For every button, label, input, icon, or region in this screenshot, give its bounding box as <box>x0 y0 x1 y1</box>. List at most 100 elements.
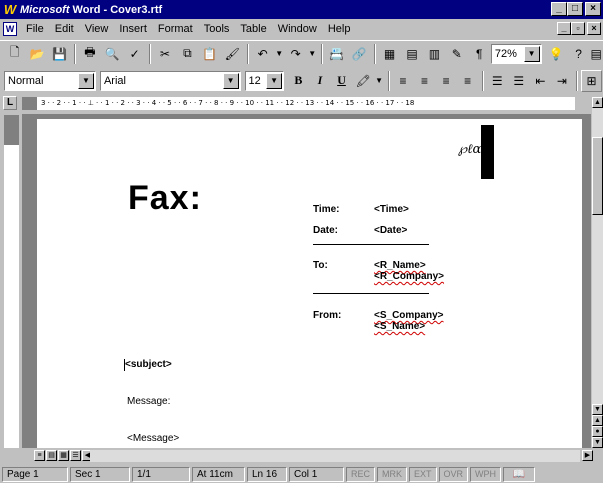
toolbar-separator <box>576 70 579 91</box>
insert-hyperlink-icon[interactable]: 🔗 <box>349 43 370 65</box>
status-rec[interactable]: REC <box>346 466 376 482</box>
menu-file[interactable]: File <box>21 23 50 35</box>
zoom-select[interactable]: 72% ▼ <box>490 43 542 64</box>
menu-tools[interactable]: Tools <box>199 23 236 35</box>
tab-stop-selector[interactable]: L <box>3 96 17 110</box>
columns-icon[interactable]: ▥ <box>424 43 445 65</box>
maximize-button[interactable]: □ <box>567 2 583 16</box>
insert-table-icon[interactable]: ▦ <box>379 43 400 65</box>
chevron-down-icon[interactable]: ▼ <box>77 72 94 89</box>
status-wph[interactable]: WPH <box>470 466 502 482</box>
message-value[interactable]: <Message> <box>127 433 179 444</box>
horizontal-scrollbar: ≡ ▤ ▦ ☰ ◀ ▶ <box>0 449 603 463</box>
save-icon[interactable]: 💾 <box>49 43 70 65</box>
ruler-scale[interactable]: 3 · · 2 · · 1 · · ⊥ · · 1 · · 2 · · 3 · … <box>37 97 575 110</box>
menu-insert[interactable]: Insert <box>114 23 153 35</box>
scroll-thumb[interactable] <box>592 137 603 215</box>
to-company-value[interactable]: <R_Company> <box>374 271 444 282</box>
subject-field[interactable]: <subject> <box>125 359 172 370</box>
new-document-icon[interactable]: 🗋 <box>4 43 25 65</box>
insert-address-icon[interactable]: 📇 <box>326 43 347 65</box>
align-left-icon[interactable]: ≡ <box>393 70 414 92</box>
cut-icon[interactable]: ✂ <box>154 43 175 65</box>
doc-minimize-button[interactable]: _ <box>557 22 571 35</box>
insert-excel-icon[interactable]: ▤ <box>401 43 422 65</box>
print-icon[interactable]: 🖶 <box>79 43 100 65</box>
scroll-down-icon[interactable]: ▼ <box>592 404 603 415</box>
font-size-select[interactable]: 12 ▼ <box>244 70 285 91</box>
style-select[interactable]: Normal ▼ <box>4 70 96 91</box>
word-app-icon[interactable]: W <box>3 2 17 17</box>
scroll-up-icon[interactable]: ▲ <box>592 97 603 108</box>
justify-icon[interactable]: ≡ <box>457 70 478 92</box>
chevron-down-icon[interactable]: ▼ <box>222 72 239 89</box>
document-icon[interactable]: W <box>3 22 17 36</box>
more-buttons-icon[interactable]: ▤ <box>590 43 602 65</box>
format-painter-icon[interactable]: 🖌 <box>222 43 243 65</box>
next-page-icon[interactable]: ▼ <box>592 437 603 448</box>
previous-page-icon[interactable]: ▲ <box>592 415 603 426</box>
highlight-dropdown-icon[interactable]: ▼ <box>374 70 383 92</box>
to-name-value[interactable]: <R_Name> <box>374 260 426 271</box>
toolbar-separator <box>481 70 484 91</box>
menu-format[interactable]: Format <box>153 23 199 35</box>
page-layout-icon[interactable]: ▦ <box>58 450 69 461</box>
bold-button[interactable]: B <box>288 70 309 92</box>
highlight-icon[interactable]: 🖍 <box>353 70 374 92</box>
vertical-ruler[interactable] <box>4 115 19 448</box>
chevron-down-icon[interactable]: ▼ <box>266 72 283 89</box>
menu-help[interactable]: Help <box>323 23 357 35</box>
office-assistant-icon[interactable]: 💡 <box>546 43 567 65</box>
status-bar: Page 1 Sec 1 1/1 At 11cm Ln 16 Col 1 REC… <box>0 465 603 483</box>
drawing-icon[interactable]: ✎ <box>446 43 467 65</box>
undo-dropdown-icon[interactable]: ▼ <box>274 43 284 65</box>
chevron-down-icon[interactable]: ▼ <box>523 45 540 62</box>
help-pointer-icon[interactable]: ? <box>568 43 589 65</box>
align-right-icon[interactable]: ≡ <box>436 70 457 92</box>
status-ovr[interactable]: OVR <box>438 466 469 482</box>
hscroll-track[interactable] <box>90 450 580 462</box>
doc-restore-button[interactable]: ▫ <box>571 22 585 35</box>
undo-icon[interactable]: ↶ <box>252 43 273 65</box>
align-center-icon[interactable]: ≡ <box>414 70 435 92</box>
bullets-icon[interactable]: ☰ <box>509 70 530 92</box>
from-name-value[interactable]: <S_Name> <box>374 321 425 332</box>
decrease-indent-icon[interactable]: ⇤ <box>530 70 551 92</box>
redo-dropdown-icon[interactable]: ▼ <box>307 43 317 65</box>
menu-table[interactable]: Table <box>235 23 272 35</box>
font-select[interactable]: Arial ▼ <box>99 70 241 91</box>
status-ext[interactable]: EXT <box>409 466 437 482</box>
menu-edit[interactable]: Edit <box>50 23 80 35</box>
close-button[interactable]: × <box>585 2 601 16</box>
minimize-button[interactable]: _ <box>551 2 567 16</box>
copy-icon[interactable]: ⧉ <box>177 43 198 65</box>
underline-button[interactable]: U <box>331 70 352 92</box>
select-browse-object-icon[interactable]: ● <box>592 426 603 437</box>
status-mrk[interactable]: MRK <box>377 466 408 482</box>
outline-view-icon[interactable]: ☰ <box>70 450 81 461</box>
open-folder-icon[interactable]: 📂 <box>26 43 47 65</box>
doc-close-button[interactable]: × <box>587 22 601 35</box>
italic-button[interactable]: I <box>310 70 331 92</box>
scroll-right-icon[interactable]: ▶ <box>582 450 593 461</box>
vertical-scrollbar[interactable]: ▲ ▼ ▲ ● ▼ <box>592 97 603 448</box>
show-hide-icon[interactable]: ¶ <box>468 43 489 65</box>
from-label: From: <box>313 310 342 321</box>
print-preview-icon[interactable]: 🔍 <box>102 43 123 65</box>
spelling-icon[interactable]: ✓ <box>124 43 145 65</box>
status-page: Page 1 <box>2 466 68 482</box>
increase-indent-icon[interactable]: ⇥ <box>552 70 573 92</box>
time-value[interactable]: <Time> <box>374 204 409 215</box>
borders-icon[interactable]: ⊞ <box>581 69 602 92</box>
online-layout-icon[interactable]: ▤ <box>46 450 57 461</box>
date-value[interactable]: <Date> <box>374 225 407 236</box>
paste-icon[interactable]: 📋 <box>199 43 220 65</box>
menu-view[interactable]: View <box>80 23 115 35</box>
menu-window[interactable]: Window <box>273 23 323 35</box>
redo-icon[interactable]: ↷ <box>285 43 306 65</box>
normal-view-icon[interactable]: ≡ <box>34 450 45 461</box>
document-page[interactable]: ℘ℓα~ Fax: Time: <Time> Date: <Date> To: … <box>37 119 582 448</box>
from-company-value[interactable]: <S_Company> <box>374 310 443 321</box>
spelling-status-icon[interactable]: 📖 <box>503 466 536 482</box>
numbering-icon[interactable]: ☰ <box>487 70 508 92</box>
